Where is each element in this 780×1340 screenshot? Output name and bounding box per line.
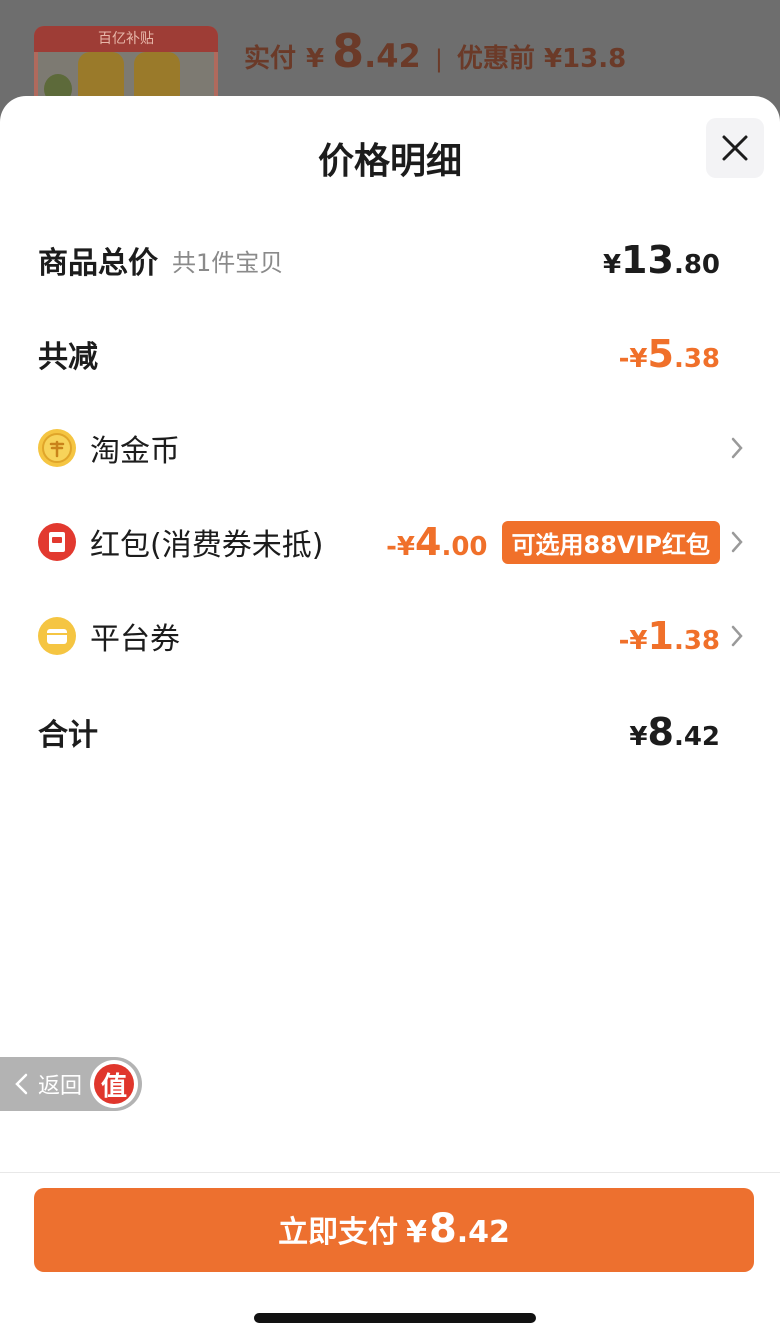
platform-dec: .38: [673, 626, 720, 656]
price-detail-sheet: 价格明细 商品总价 共1件宝贝 ¥ 13 .80 共减 -¥ 5 .38 淘金币…: [0, 96, 780, 1340]
platform-coupon-label: 平台券: [90, 622, 180, 657]
zhi-badge-text: 值: [94, 1064, 134, 1104]
red-packet-currency: -¥: [386, 532, 415, 562]
red-packet-icon: [38, 523, 76, 561]
paid-dec: .42: [364, 37, 421, 75]
reduction-amount: -¥ 5 .38: [619, 332, 720, 376]
coupon-icon: [38, 617, 76, 655]
pay-label: 立即支付: [278, 1215, 399, 1250]
footer-divider: [0, 1172, 780, 1173]
close-icon: [722, 135, 748, 161]
vip-red-packet-tag[interactable]: 可选用88VIP红包: [501, 520, 720, 564]
paid-currency: ¥: [306, 44, 325, 74]
chevron-left-icon: [15, 1073, 28, 1095]
sheet-title: 价格明细: [317, 141, 462, 182]
red-packet-amount: -¥ 4 .00: [386, 520, 487, 564]
coin-icon-glyph: [42, 433, 72, 463]
paid-label: 实付: [244, 44, 297, 74]
price-separator: |: [434, 45, 443, 73]
platform-currency: -¥: [618, 626, 648, 656]
paid-int: 8: [332, 24, 365, 78]
background-price: 实付 ¥ 8 .42 | 优惠前 ¥13.8: [244, 24, 626, 84]
red-packet-glyph: [49, 532, 65, 552]
row-sum: 合计 ¥ 8 .42: [38, 702, 720, 762]
row-reduction: 共减 -¥ 5 .38: [38, 324, 720, 384]
item-count: 共1件宝贝: [172, 248, 284, 277]
row-total: 商品总价 共1件宝贝 ¥ 13 .80: [38, 230, 720, 290]
sum-dec: .42: [673, 722, 720, 752]
chevron-right-icon: [731, 625, 743, 647]
sum-currency: ¥: [629, 722, 648, 752]
pay-currency: ¥: [406, 1215, 427, 1250]
red-packet-dec: .00: [441, 532, 488, 562]
red-packet-int: 4: [414, 520, 442, 564]
thumb-banner: 百亿补贴: [34, 26, 218, 52]
row-platform-coupon[interactable]: 平台券 -¥ 1 .38: [38, 606, 743, 666]
coins-label: 淘金币: [90, 434, 180, 469]
platform-coupon-amount: -¥ 1 .38: [619, 614, 720, 658]
chevron-right-icon: [731, 531, 743, 553]
close-button[interactable]: [706, 118, 764, 178]
row-coins[interactable]: 淘金币: [38, 418, 743, 478]
reduction-label: 共减: [38, 340, 98, 375]
row-red-packet[interactable]: 红包(消费券未抵) -¥ 4 .00 可选用88VIP红包: [38, 512, 743, 572]
total-int: 13: [621, 238, 674, 282]
coupon-glyph: [47, 629, 67, 644]
pay-now-button[interactable]: 立即支付 ¥ 8 .42: [34, 1188, 754, 1272]
reduction-dec: .38: [673, 344, 720, 374]
pay-int: 8: [428, 1206, 457, 1252]
coin-icon: [38, 429, 76, 467]
back-label: 返回: [38, 1074, 83, 1099]
total-currency: ¥: [602, 250, 622, 280]
total-dec: .80: [673, 250, 720, 280]
pay-dec: .42: [456, 1215, 510, 1250]
total-label: 商品总价: [38, 246, 158, 281]
platform-int: 1: [647, 614, 674, 658]
original-price: 优惠前 ¥13.8: [456, 44, 627, 74]
sum-int: 8: [647, 710, 674, 754]
zhi-badge: 值: [90, 1060, 138, 1108]
home-indicator: [254, 1313, 536, 1323]
back-button[interactable]: 返回 值: [0, 1057, 142, 1111]
chevron-right-icon: [731, 437, 743, 459]
reduction-int: 5: [647, 332, 674, 376]
sum-label: 合计: [38, 718, 98, 753]
sum-amount: ¥ 8 .42: [629, 710, 720, 754]
total-amount: ¥ 13 .80: [603, 238, 720, 282]
background-product-header: 百亿补贴 实付 ¥ 8 .42 | 优惠前 ¥13.8: [0, 0, 780, 110]
reduction-currency: -¥: [618, 344, 648, 374]
red-packet-label: 红包(消费券未抵): [90, 528, 324, 563]
